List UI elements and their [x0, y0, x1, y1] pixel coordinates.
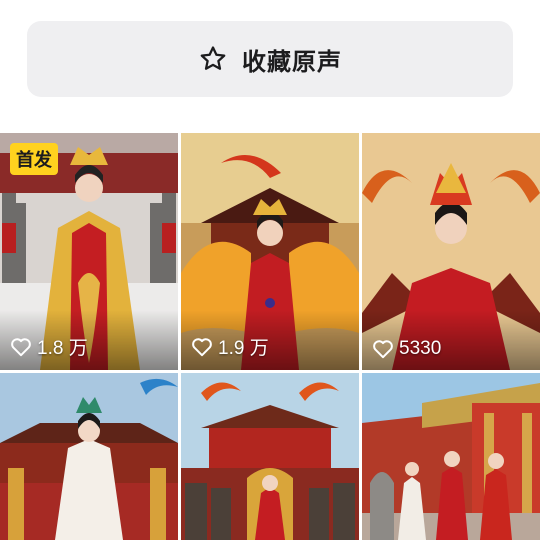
like-count: 1.9 万 — [191, 333, 269, 360]
heart-icon — [11, 337, 31, 356]
like-count-text: 1.9 万 — [218, 338, 269, 359]
video-card[interactable]: 5330 — [362, 133, 540, 370]
like-count: 1.8 万 — [10, 333, 88, 360]
video-grid: 首发 1.8 万 1.9 万 5330 — [0, 133, 540, 540]
heart-icon — [373, 340, 393, 359]
video-card[interactable] — [362, 373, 540, 540]
video-card[interactable] — [181, 373, 359, 540]
like-count: 5330 — [372, 338, 441, 360]
video-thumbnail — [362, 373, 540, 540]
video-card[interactable] — [0, 373, 178, 540]
collect-sound-button[interactable]: 收藏原声 — [27, 21, 513, 97]
like-count-text: 5330 — [399, 338, 442, 359]
video-card[interactable]: 首发 1.8 万 — [0, 133, 178, 370]
heart-icon — [192, 337, 212, 356]
star-icon — [200, 46, 226, 70]
video-card[interactable]: 1.9 万 — [181, 133, 359, 370]
premiere-badge: 首发 — [10, 143, 58, 175]
collect-sound-label: 收藏原声 — [242, 48, 342, 76]
video-thumbnail — [181, 373, 359, 540]
like-count-text: 1.8 万 — [37, 338, 88, 359]
video-thumbnail — [0, 373, 178, 540]
